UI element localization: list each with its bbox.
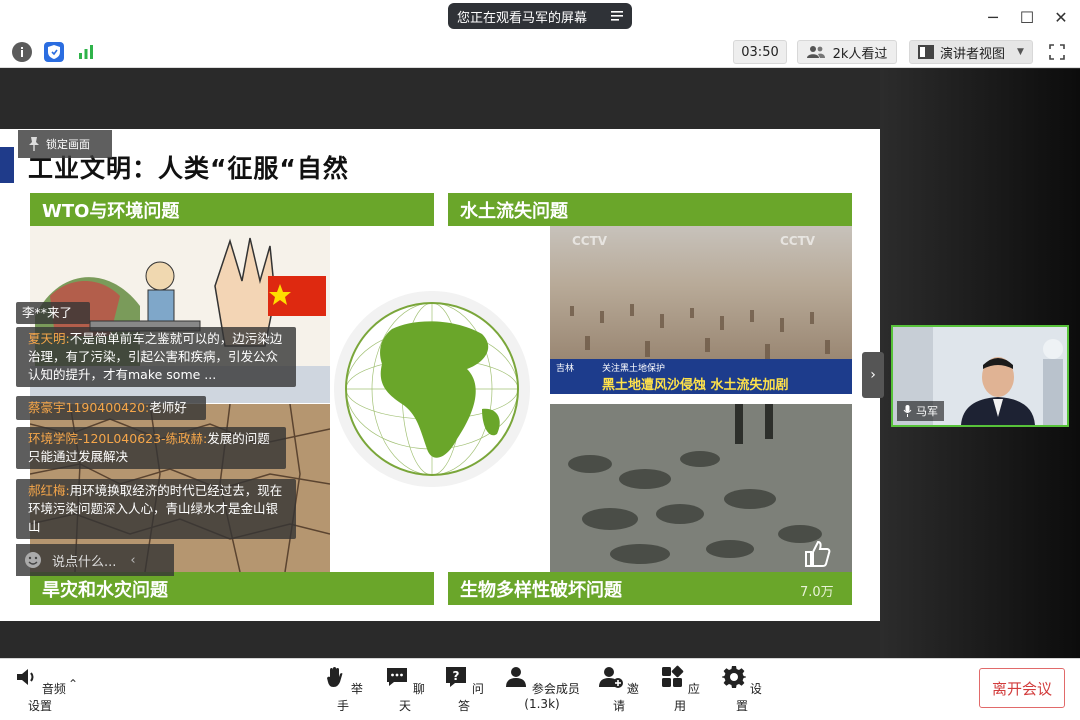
chevron-right-icon: ›	[870, 367, 876, 383]
svg-text:?: ?	[453, 669, 460, 683]
signal-icon[interactable]	[76, 42, 96, 62]
section-header-wto: WTO与环境问题	[30, 193, 434, 226]
qa-icon: ?	[446, 667, 467, 687]
chat-message: 郝红梅:用环境换取经济的时代已经过去，现在环境污染问题深入人心，青山绿水才是金山…	[16, 479, 296, 539]
chat-button[interactable]: 聊天	[385, 665, 425, 714]
globe-graphic	[332, 289, 532, 495]
view-mode-dropdown[interactable]: 演讲者视图 ▼	[909, 40, 1033, 64]
presenter-video-tile[interactable]: 马军	[891, 325, 1069, 427]
apps-button[interactable]: 应用	[660, 665, 700, 714]
fullscreen-icon[interactable]	[1047, 42, 1067, 62]
hand-icon	[327, 667, 343, 687]
chat-icon	[387, 668, 408, 686]
minimize-button[interactable]: ─	[982, 6, 1004, 28]
like-count: 7.0万	[800, 585, 834, 600]
news-caption-bar: 吉林 关注黑土地保护 黑土地遭风沙侵蚀 水土流失加剧	[550, 359, 852, 394]
microphone-icon	[903, 405, 912, 417]
chat-message: 夏天明:不是简单前车之鉴就可以的，边污染边治理，有了污染，引起公害和疾病，引发公…	[16, 327, 296, 387]
meeting-controls: 音频设置 ⌃ 举手 聊天 ? 问答 参会成员(1.3k) 邀请 应用 设置 离开…	[0, 658, 1080, 720]
chevron-left-icon[interactable]: ‹	[130, 553, 135, 568]
qa-button[interactable]: ? 问答	[444, 665, 484, 714]
like-icon[interactable]	[802, 539, 832, 569]
chat-input[interactable]: 说点什么... ‹	[16, 544, 174, 576]
share-status-text: 您正在观看马军的屏幕	[457, 10, 588, 26]
layout-icon	[918, 45, 935, 59]
presenter-label: 马军	[897, 401, 944, 421]
participants-button[interactable]: 参会成员(1.3k)	[500, 665, 584, 711]
gear-icon	[722, 666, 747, 688]
lock-screen-label: 锁定画面	[46, 138, 90, 151]
title-accent-bar	[0, 147, 14, 183]
chat-message: 环境学院-120L040623-练政赫:发展的问题只能通过发展解决	[16, 427, 286, 469]
viewers-label: 2k人看过	[832, 46, 888, 62]
news-caption: 黑土地遭风沙侵蚀 水土流失加剧	[602, 378, 789, 393]
soil-erosion-image: CCTV CCTV 吉林 关注黑土地保护 黑土地遭风沙侵蚀 水土流失加剧	[550, 226, 852, 394]
settings-button[interactable]: 设置	[722, 665, 762, 714]
biodiversity-image	[550, 404, 852, 572]
collapse-sidebar-button[interactable]: ›	[862, 352, 884, 398]
pin-icon	[29, 137, 39, 151]
section-header-biodiversity: 生物多样性破坏问题	[448, 572, 852, 605]
raise-hand-button[interactable]: 举手	[323, 665, 363, 714]
meeting-timer: 03:50	[733, 40, 787, 64]
apps-icon	[662, 665, 684, 687]
news-subcaption: 关注黑土地保护	[602, 364, 666, 374]
participants-icon	[506, 667, 527, 687]
viewers-count[interactable]: 2k人看过	[797, 40, 897, 64]
chat-author: 郝红梅:	[28, 483, 70, 498]
maximize-button[interactable]: ☐	[1016, 6, 1038, 28]
cctv-logo-right: CCTV	[780, 234, 816, 248]
chat-text: 老师好	[149, 400, 187, 415]
meeting-toolbar: 03:50 2k人看过 演讲者视图 ▼	[0, 34, 1080, 68]
chat-message: 蔡豪宇1190400420:老师好	[16, 396, 206, 420]
close-button[interactable]: ✕	[1050, 6, 1072, 28]
chat-author: 夏天明:	[28, 331, 70, 346]
maximize-icon: ☐	[1019, 7, 1035, 27]
share-status-pill[interactable]: 您正在观看马军的屏幕	[448, 3, 632, 29]
chat-author: 环境学院-120L040623-练政赫:	[28, 431, 208, 446]
audio-settings-button[interactable]: 音频设置	[12, 665, 68, 714]
info-icon[interactable]	[12, 42, 32, 62]
shield-icon[interactable]	[44, 42, 64, 62]
minimize-icon: ─	[988, 7, 998, 27]
chevron-up-icon[interactable]: ⌃	[68, 677, 78, 691]
cctv-logo-left: CCTV	[572, 234, 608, 248]
participants-label: 参会成员(1.3k)	[524, 682, 580, 711]
presenter-name: 马军	[916, 405, 938, 418]
section-header-soil: 水土流失问题	[448, 193, 852, 226]
lock-screen-button[interactable]: 锁定画面	[18, 130, 112, 158]
viewers-icon	[806, 46, 825, 58]
invite-icon	[599, 667, 624, 688]
section-header-drought: 旱灾和水灾问题	[30, 572, 434, 605]
chat-author: 蔡豪宇1190400420:	[28, 400, 150, 415]
emoji-icon[interactable]	[24, 551, 42, 569]
shared-screen: 工业文明：人类“征服“自然 WTO与环境问题 水土流失问题 CCTV CCTV …	[0, 69, 880, 658]
leave-meeting-button[interactable]: 离开会议	[979, 668, 1065, 708]
province-label: 吉林	[556, 364, 575, 374]
close-icon: ✕	[1054, 7, 1068, 27]
chevron-down-icon: ▼	[1017, 47, 1024, 57]
invite-button[interactable]: 邀请	[599, 665, 639, 714]
chat-system-message: 李**来了	[16, 302, 90, 324]
menu-icon[interactable]	[610, 9, 624, 23]
speaker-icon	[17, 669, 34, 685]
view-mode-label: 演讲者视图	[940, 46, 1006, 62]
window-titlebar: 您正在观看马军的屏幕 ─ ☐ ✕	[0, 0, 1080, 34]
chat-input-placeholder: 说点什么...	[52, 554, 117, 570]
